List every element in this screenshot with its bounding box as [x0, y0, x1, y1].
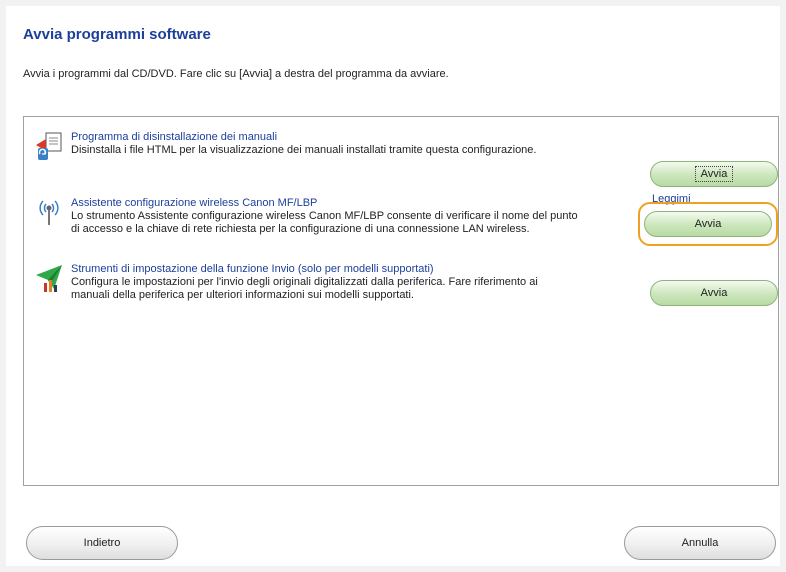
page-title: Avvia programmi software [23, 26, 211, 43]
launch-button[interactable]: Avvia [644, 211, 772, 237]
back-button[interactable]: Indietro [26, 526, 178, 560]
item-title[interactable]: Strumenti di impostazione della funzione… [71, 263, 434, 275]
launch-button[interactable]: Avvia [650, 280, 778, 306]
item-title[interactable]: Programma di disinstallazione dei manual… [71, 131, 277, 143]
item-title[interactable]: Assistente configurazione wireless Canon… [71, 197, 317, 209]
program-list: Programma di disinstallazione dei manual… [23, 116, 779, 486]
installer-window: Avvia programmi software Avvia i program… [6, 6, 780, 566]
item-description: Disinstalla i file HTML per la visualizz… [71, 144, 537, 156]
send-settings-icon [34, 263, 64, 293]
uninstall-manuals-icon [34, 131, 64, 161]
wireless-antenna-icon [34, 197, 64, 227]
readme-link[interactable]: Leggimi [652, 193, 691, 205]
cancel-button[interactable]: Annulla [624, 526, 776, 560]
item-description: Configura le impostazioni per l'invio de… [71, 276, 538, 301]
item-description: Lo strumento Assistente configurazione w… [71, 210, 578, 235]
list-item: Strumenti di impostazione della funzione… [24, 263, 778, 323]
launch-button[interactable]: Avvia [650, 161, 778, 187]
list-item: Programma di disinstallazione dei manual… [24, 131, 778, 187]
instructions-text: Avvia i programmi dal CD/DVD. Fare clic … [23, 68, 449, 80]
